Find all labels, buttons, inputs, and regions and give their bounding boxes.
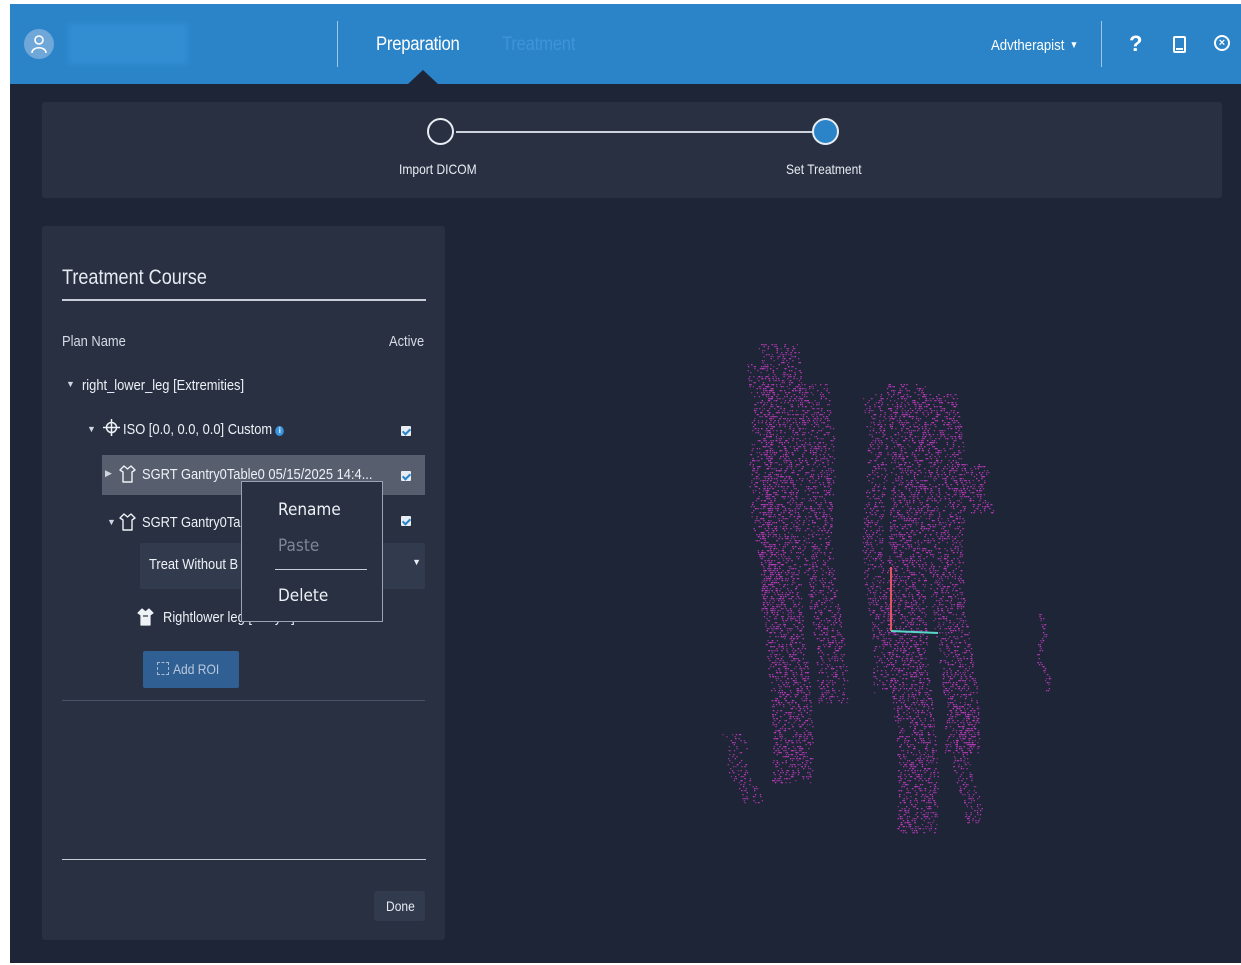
- context-menu-paste: Paste: [278, 536, 320, 556]
- divider: [1101, 21, 1102, 67]
- body-surface-icon: [119, 464, 136, 488]
- chevron-down-icon: ▼: [412, 557, 421, 567]
- column-header-plan-name: Plan Name: [62, 333, 126, 350]
- tree-iso-label: ISO [0.0, 0.0, 0.0] Custom: [123, 421, 273, 438]
- add-roi-button[interactable]: Add ROI: [143, 651, 239, 688]
- done-button[interactable]: Done: [374, 891, 425, 921]
- tree-iso-row[interactable]: ISO [0.0, 0.0, 0.0] Custom i: [123, 421, 285, 438]
- sgrt-1-active-checkbox[interactable]: [401, 471, 411, 481]
- iso-active-checkbox[interactable]: [401, 426, 411, 436]
- tablet-icon[interactable]: [1173, 36, 1186, 53]
- step-set-treatment-dot[interactable]: [812, 118, 839, 145]
- tree-sgrt-2-label[interactable]: SGRT Gantry0Ta: [142, 514, 240, 531]
- tab-treatment[interactable]: Treatment: [502, 34, 575, 56]
- roi-body-icon: [137, 607, 154, 631]
- workflow-stepper: Import DICOM Set Treatment: [42, 102, 1222, 198]
- treatment-mode-value: Treat Without B: [149, 556, 239, 573]
- column-header-active: Active: [389, 333, 425, 350]
- context-menu-divider: [275, 569, 367, 570]
- user-name-redacted: [68, 24, 188, 64]
- panel-title: Treatment Course: [62, 266, 207, 289]
- chevron-down-icon: ▼: [1069, 40, 1079, 51]
- user-avatar-icon[interactable]: [24, 29, 54, 59]
- user-menu-dropdown[interactable]: Advtherapist ▼: [991, 37, 1078, 54]
- divider: [62, 299, 426, 301]
- user-menu-label: Advtherapist: [991, 37, 1065, 54]
- expand-toggle-icon[interactable]: ▼: [66, 379, 75, 389]
- context-menu: Rename Paste Delete: [241, 481, 383, 622]
- done-label: Done: [386, 898, 415, 914]
- add-roi-label: Add ROI: [173, 661, 220, 677]
- tree-plan-label[interactable]: right_lower_leg [Extremities]: [82, 377, 244, 394]
- expand-toggle-icon[interactable]: ▼: [107, 517, 116, 527]
- divider: [62, 700, 425, 701]
- point-cloud-render: [722, 344, 1052, 834]
- step-set-treatment-label: Set Treatment: [786, 161, 862, 177]
- context-menu-rename[interactable]: Rename: [278, 500, 341, 520]
- stepper-connector: [456, 131, 830, 133]
- divider: [337, 21, 338, 67]
- roi-add-icon: [157, 662, 169, 675]
- step-import-dicom-label: Import DICOM: [399, 161, 477, 177]
- sgrt-2-active-checkbox[interactable]: [401, 516, 411, 526]
- app-window: Preparation Treatment Advtherapist ▼ ? × …: [10, 4, 1241, 963]
- expand-toggle-icon[interactable]: ▼: [87, 424, 96, 434]
- context-menu-delete[interactable]: Delete: [278, 586, 328, 606]
- active-tab-indicator: [408, 70, 438, 84]
- 3d-viewport[interactable]: [460, 234, 1241, 934]
- expand-toggle-icon[interactable]: ▶: [105, 468, 112, 479]
- close-icon[interactable]: ×: [1214, 35, 1230, 51]
- body-surface-icon: [119, 512, 136, 536]
- step-import-dicom-dot[interactable]: [427, 118, 454, 145]
- top-bar: Preparation Treatment Advtherapist ▼ ? ×: [10, 4, 1241, 84]
- crosshair-icon: [103, 419, 120, 441]
- divider: [62, 859, 426, 860]
- help-icon[interactable]: ?: [1129, 31, 1142, 57]
- tab-preparation[interactable]: Preparation: [376, 34, 460, 56]
- info-icon[interactable]: i: [275, 426, 285, 436]
